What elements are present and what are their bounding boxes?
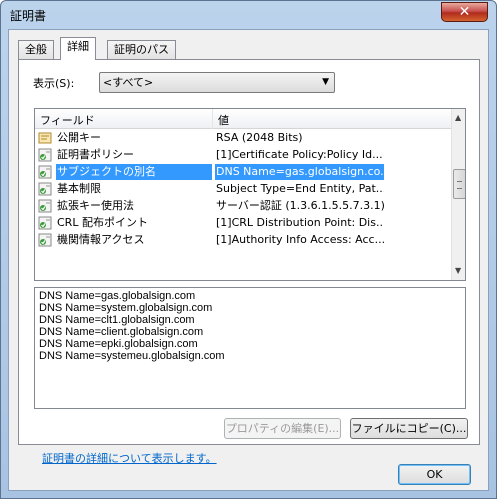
field-name: サブジェクトの別名: [56, 164, 212, 180]
list-header: フィールド 値: [35, 109, 451, 129]
title-bar[interactable]: 証明書 ✕: [1, 1, 496, 29]
show-dropdown[interactable]: <すべて> ▼: [99, 72, 335, 93]
value-detail-box[interactable]: DNS Name=gas.globalsign.com DNS Name=syst…: [34, 287, 466, 409]
learn-more-link[interactable]: 証明書の詳細について表示します。: [42, 450, 217, 466]
scroll-down-icon[interactable]: ▼: [455, 266, 461, 275]
field-value: Subject Type=End Entity, Pat...: [216, 182, 384, 195]
list-item[interactable]: CRL 配布ポイント [1]CRL Distribution Point: Dis…: [35, 215, 451, 232]
detail-line: DNS Name=epki.globalsign.com: [39, 338, 198, 350]
field-name: 公開キー: [57, 131, 101, 144]
field-name: 基本制限: [57, 182, 101, 195]
show-dropdown-value: <すべて>: [103, 76, 154, 89]
close-button[interactable]: ✕: [441, 2, 488, 22]
column-header-value[interactable]: 値: [218, 112, 229, 128]
edit-properties-button[interactable]: プロパティの編集(E)...: [224, 418, 341, 439]
close-icon: ✕: [458, 4, 471, 20]
field-name: 機関情報アクセス: [57, 233, 145, 246]
list-item[interactable]: 拡張キー使用法 サーバー認証 (1.3.6.1.5.5.7.3.1), ...: [35, 198, 451, 215]
list-item[interactable]: 基本制限 Subject Type=End Entity, Pat...: [35, 181, 451, 198]
extension-icon: [38, 165, 52, 179]
copy-to-file-button[interactable]: ファイルにコピー(C)...: [350, 418, 468, 439]
extension-icon: [38, 216, 52, 230]
field-value: [1]Authority Info Access: Acc...: [216, 233, 384, 246]
field-value: RSA (2048 Bits): [216, 131, 303, 144]
detail-line: DNS Name=systemeu.globalsign.com: [39, 350, 225, 362]
window-title: 証明書: [10, 9, 47, 23]
field-value: [1]CRL Distribution Point: Dis...: [216, 216, 384, 229]
tab-certification-path[interactable]: 証明のパス: [107, 40, 176, 59]
field-name: 証明書ポリシー: [57, 148, 134, 161]
field-name: CRL 配布ポイント: [57, 216, 148, 229]
extension-icon: [38, 233, 52, 247]
list-rows: 公開キー RSA (2048 Bits) 証明書ポリシー [1]Certificate…: [35, 130, 451, 249]
scroll-up-icon[interactable]: ▲: [455, 113, 461, 122]
ok-button[interactable]: OK: [398, 464, 471, 485]
field-list[interactable]: フィールド 値 公開キー RSA (2048 Bits) 証明書ポリシー [1]Cer…: [34, 108, 466, 281]
certificate-field-icon: [38, 131, 52, 145]
tab-general[interactable]: 全般: [18, 40, 54, 59]
certificate-window: 証明書 ✕ 全般 詳細 証明のパス 表示(S): <すべて> ▼ フィールド 値…: [0, 0, 497, 499]
detail-line: DNS Name=client.globalsign.com: [39, 326, 204, 338]
detail-line: DNS Name=clt1.globalsign.com: [39, 314, 195, 326]
tab-details[interactable]: 詳細: [60, 37, 96, 60]
list-item[interactable]: 機関情報アクセス [1]Authority Info Access: Acc...: [35, 232, 451, 249]
detail-line: DNS Name=system.globalsign.com: [39, 302, 213, 314]
chevron-down-icon: ▼: [322, 77, 329, 87]
dialog-client-area: 全般 詳細 証明のパス 表示(S): <すべて> ▼ フィールド 値 公開キー R…: [8, 29, 489, 491]
scroll-thumb[interactable]: [453, 169, 465, 199]
list-item[interactable]: 公開キー RSA (2048 Bits): [35, 130, 451, 147]
field-value: DNS Name=gas.globalsign.co...: [215, 164, 384, 180]
list-item[interactable]: サブジェクトの別名 DNS Name=gas.globalsign.co...: [35, 164, 451, 181]
extension-icon: [38, 148, 52, 162]
list-item[interactable]: 証明書ポリシー [1]Certificate Policy:Policy Id..…: [35, 147, 451, 164]
extension-icon: [38, 199, 52, 213]
field-name: 拡張キー使用法: [57, 199, 134, 212]
details-panel: 表示(S): <すべて> ▼ フィールド 値 公開キー RSA (2048 Bit…: [18, 59, 480, 465]
extension-icon: [38, 182, 52, 196]
detail-line: DNS Name=gas.globalsign.com: [39, 290, 196, 302]
column-divider: [212, 109, 213, 129]
field-value: [1]Certificate Policy:Policy Id...: [216, 148, 383, 161]
field-value: サーバー認証 (1.3.6.1.5.5.7.3.1), ...: [216, 199, 384, 212]
show-label: 表示(S):: [33, 77, 75, 90]
column-header-field[interactable]: フィールド: [40, 112, 95, 128]
list-scrollbar[interactable]: ▲ ▼: [451, 109, 465, 280]
